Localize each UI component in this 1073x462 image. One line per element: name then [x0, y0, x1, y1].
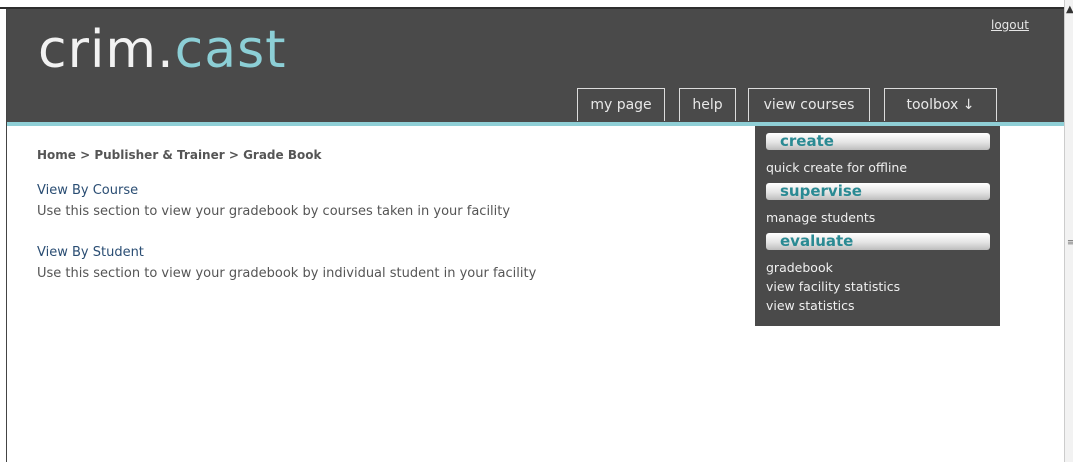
logo-text-white: crim. — [38, 20, 175, 80]
toolbox-dropdown-menu: create quick create for offline supervis… — [755, 126, 1000, 326]
menu-item-gradebook[interactable]: gradebook — [766, 260, 833, 275]
view-by-student-link[interactable]: View By Student — [37, 245, 144, 260]
tab-help[interactable]: help — [679, 88, 736, 121]
logo-text-accent: cast — [174, 20, 287, 80]
menu-heading-evaluate: evaluate — [766, 233, 990, 250]
menu-item-manage-students[interactable]: manage students — [766, 210, 875, 225]
view-by-course-link[interactable]: View By Course — [37, 183, 138, 198]
tab-toolbox[interactable]: toolbox ↓ — [884, 88, 997, 121]
logout-link[interactable]: logout — [991, 18, 1029, 32]
menu-heading-create: create — [766, 133, 990, 150]
menu-heading-supervise: supervise — [766, 183, 990, 200]
view-by-student-description: Use this section to view your gradebook … — [37, 266, 537, 281]
window-top-border — [0, 0, 1064, 9]
menu-item-view-facility-statistics[interactable]: view facility statistics — [766, 279, 900, 294]
scroll-up-arrow-icon[interactable]: ▲ — [1066, 4, 1073, 15]
crimcast-logo[interactable]: crim.cast — [38, 20, 287, 80]
view-by-course-description: Use this section to view your gradebook … — [37, 204, 511, 219]
tab-view-courses[interactable]: view courses — [748, 88, 870, 121]
breadcrumb: Home > Publisher & Trainer > Grade Book — [37, 148, 322, 162]
menu-item-view-statistics[interactable]: view statistics — [766, 298, 854, 313]
scrollbar-grip-icon[interactable]: ≡ — [1067, 238, 1073, 248]
vertical-scrollbar[interactable] — [1064, 0, 1073, 462]
tab-my-page[interactable]: my page — [577, 88, 665, 121]
menu-item-quick-create-offline[interactable]: quick create for offline — [766, 160, 907, 175]
